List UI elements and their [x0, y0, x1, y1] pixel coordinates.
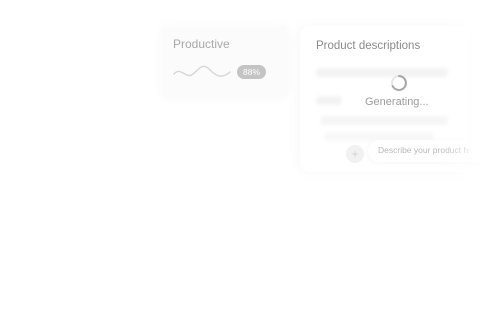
sparkle-button[interactable] [346, 145, 364, 163]
describe-product-input[interactable]: Describe your product h [368, 140, 486, 162]
product-descriptions-title: Product descriptions [316, 40, 421, 52]
wave-sparkline-icon [173, 65, 231, 77]
spinner-icon [391, 75, 407, 91]
generating-status: Generating... [365, 96, 429, 108]
stage: Productive 88% Product descriptions Gene… [0, 0, 496, 328]
placeholder-line [320, 116, 448, 125]
placeholder-line [316, 68, 448, 77]
placeholder-line [316, 96, 342, 105]
sparkle-icon [351, 150, 359, 158]
prompt-placeholder: Describe your product h [378, 145, 469, 155]
percent-badge: 88% [237, 65, 266, 79]
productive-title: Productive [173, 37, 230, 51]
productive-card: Productive 88% [161, 26, 288, 98]
